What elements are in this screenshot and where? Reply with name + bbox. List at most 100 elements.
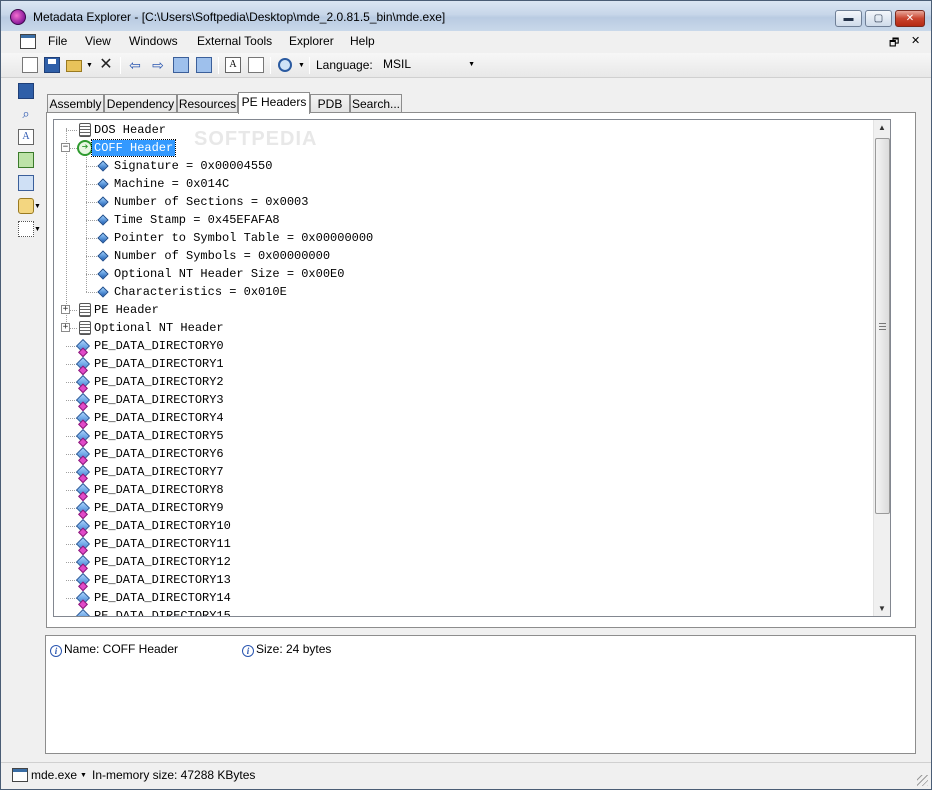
gear-dropdown-icon[interactable]: ▼ [34, 203, 41, 210]
tree-node-label[interactable]: Pointer to Symbol Table = 0x00000000 [112, 229, 375, 247]
text-view-icon[interactable]: A [225, 57, 241, 73]
tree-node-label[interactable]: PE_DATA_DIRECTORY15 [92, 607, 233, 616]
tree-node-label[interactable]: PE_DATA_DIRECTORY3 [92, 391, 226, 409]
menu-windows[interactable]: Windows [127, 34, 180, 48]
tree-field-row[interactable]: Signature = 0x00004550 [54, 157, 874, 175]
window-icon[interactable] [12, 768, 28, 782]
scroll-down-icon[interactable]: ▼ [878, 604, 886, 613]
tree-field-row[interactable]: Pointer to Symbol Table = 0x00000000 [54, 229, 874, 247]
expand-icon[interactable]: + [61, 323, 70, 332]
language-select[interactable]: MSIL ▼ [381, 56, 479, 75]
minimize-button[interactable]: ▬ [835, 10, 862, 27]
grid-dropdown-icon[interactable]: ▼ [34, 226, 41, 233]
delete-icon[interactable]: ✕ [98, 57, 114, 73]
tree-node-label[interactable]: COFF Header [90, 139, 177, 157]
tab-search[interactable]: Search... [350, 94, 402, 114]
tree-node-label[interactable]: Time Stamp = 0x45EFAFA8 [112, 211, 282, 229]
tree-field-row[interactable]: Time Stamp = 0x45EFAFA8 [54, 211, 874, 229]
tree-node-label[interactable]: PE_DATA_DIRECTORY8 [92, 481, 226, 499]
vertical-scrollbar[interactable]: ▲ ▼ [873, 120, 890, 616]
tree-field-row[interactable]: Number of Sections = 0x0003 [54, 193, 874, 211]
tree-node-label[interactable]: Optional NT Header Size = 0x00E0 [112, 265, 346, 283]
tree-node-label[interactable]: PE_DATA_DIRECTORY11 [92, 535, 233, 553]
tree-directory-row[interactable]: PE_DATA_DIRECTORY0 [54, 337, 874, 355]
tree-directory-row[interactable]: PE_DATA_DIRECTORY14 [54, 589, 874, 607]
tree-directory-row[interactable]: PE_DATA_DIRECTORY11 [54, 535, 874, 553]
tree-node-label[interactable]: PE_DATA_DIRECTORY10 [92, 517, 233, 535]
scroll-thumb[interactable] [875, 138, 890, 514]
menu-help[interactable]: Help [348, 34, 377, 48]
copy-icon[interactable] [18, 175, 34, 191]
back-arrow-icon[interactable]: ⇦ [127, 57, 143, 73]
tree-node-label[interactable]: Machine = 0x014C [112, 175, 231, 193]
tree-directory-row[interactable]: PE_DATA_DIRECTORY6 [54, 445, 874, 463]
new-document-icon[interactable] [22, 57, 38, 73]
tree-node-label[interactable]: PE_DATA_DIRECTORY2 [92, 373, 226, 391]
tree-node-label[interactable]: PE_DATA_DIRECTORY13 [92, 571, 233, 589]
tree-directory-row[interactable]: PE_DATA_DIRECTORY10 [54, 517, 874, 535]
close-button[interactable]: ✕ [895, 10, 925, 27]
tree-node-label[interactable]: PE_DATA_DIRECTORY1 [92, 355, 226, 373]
tree-directory-row[interactable]: PE_DATA_DIRECTORY8 [54, 481, 874, 499]
tree-node-label[interactable]: PE_DATA_DIRECTORY12 [92, 553, 233, 571]
tree-node-label[interactable]: PE_DATA_DIRECTORY5 [92, 427, 226, 445]
window-icon[interactable] [248, 57, 264, 73]
maximize-button[interactable]: ▢ [865, 10, 892, 27]
tab-pe-headers[interactable]: PE Headers [238, 92, 310, 114]
forward-arrow-icon[interactable]: ⇨ [150, 57, 166, 73]
search-magnifier-icon[interactable] [278, 58, 292, 72]
tree-node-label[interactable]: Number of Symbols = 0x00000000 [112, 247, 332, 265]
tree-directory-row[interactable]: PE_DATA_DIRECTORY3 [54, 391, 874, 409]
resize-grip-icon[interactable] [917, 775, 928, 786]
tree-directory-row[interactable]: PE_DATA_DIRECTORY4 [54, 409, 874, 427]
tree-header-row[interactable]: DOS Header [54, 121, 874, 139]
tree-field-row[interactable]: Number of Symbols = 0x00000000 [54, 247, 874, 265]
collapse-icon[interactable]: − [61, 143, 70, 152]
export-icon[interactable] [196, 57, 212, 73]
tree-header-row[interactable]: + Optional NT Header [54, 319, 874, 337]
tree-directory-row[interactable]: PE_DATA_DIRECTORY12 [54, 553, 874, 571]
tree-node-label[interactable]: PE_DATA_DIRECTORY0 [92, 337, 226, 355]
tab-pdb[interactable]: PDB [310, 94, 350, 114]
document-icon[interactable]: A [18, 129, 34, 145]
menu-file[interactable]: File [46, 34, 69, 48]
status-file-name[interactable]: mde.exe [31, 768, 77, 782]
menu-view[interactable]: View [83, 34, 113, 48]
tree-field-row[interactable]: Characteristics = 0x010E [54, 283, 874, 301]
save-icon[interactable] [18, 83, 34, 99]
tree-node-label[interactable]: PE_DATA_DIRECTORY7 [92, 463, 226, 481]
binoculars-icon[interactable]: ⌕ [18, 106, 34, 122]
menu-explorer[interactable]: Explorer [287, 34, 336, 48]
tab-assembly[interactable]: Assembly [47, 94, 104, 114]
grid-icon[interactable] [18, 221, 34, 237]
tree-node-label[interactable]: Signature = 0x00004550 [112, 157, 274, 175]
tree-directory-row[interactable]: PE_DATA_DIRECTORY2 [54, 373, 874, 391]
app-logo-icon[interactable] [10, 9, 26, 25]
tree-node-label[interactable]: PE Header [92, 301, 161, 319]
import-icon[interactable] [173, 57, 189, 73]
open-dropdown-icon[interactable]: ▼ [86, 62, 93, 69]
tree-directory-row[interactable]: PE_DATA_DIRECTORY13 [54, 571, 874, 589]
tree-node-label[interactable]: Characteristics = 0x010E [112, 283, 289, 301]
tab-resources[interactable]: Resources [177, 94, 238, 114]
tree-directory-row[interactable]: PE_DATA_DIRECTORY7 [54, 463, 874, 481]
tree-node-label[interactable]: PE_DATA_DIRECTORY4 [92, 409, 226, 427]
tree-node-label[interactable]: PE_DATA_DIRECTORY9 [92, 499, 226, 517]
tree-header-row[interactable]: − ➔ COFF Header [54, 139, 874, 157]
open-folder-icon[interactable] [66, 60, 82, 72]
gear-add-icon[interactable] [18, 198, 34, 214]
tree-node-label[interactable]: Optional NT Header [92, 319, 226, 337]
search-dropdown-icon[interactable]: ▼ [298, 62, 305, 69]
tree-directory-row[interactable]: PE_DATA_DIRECTORY15 [54, 607, 874, 616]
tree-field-row[interactable]: Optional NT Header Size = 0x00E0 [54, 265, 874, 283]
tree-node-label[interactable]: PE_DATA_DIRECTORY14 [92, 589, 233, 607]
tab-dependency[interactable]: Dependency [104, 94, 177, 114]
tree-directory-row[interactable]: PE_DATA_DIRECTORY9 [54, 499, 874, 517]
menu-external-tools[interactable]: External Tools [195, 34, 274, 48]
pe-header-tree[interactable]: SOFTPEDIA DOS Header − ➔ COFF Header Signatu… [53, 119, 891, 617]
mdi-close-button[interactable]: ✕ [911, 34, 920, 47]
tree-directory-row[interactable]: PE_DATA_DIRECTORY1 [54, 355, 874, 373]
tree-field-row[interactable]: Machine = 0x014C [54, 175, 874, 193]
chevron-down-icon[interactable]: ▼ [80, 772, 87, 779]
title-bar[interactable]: Metadata Explorer - [C:\Users\Softpedia\… [1, 1, 931, 31]
